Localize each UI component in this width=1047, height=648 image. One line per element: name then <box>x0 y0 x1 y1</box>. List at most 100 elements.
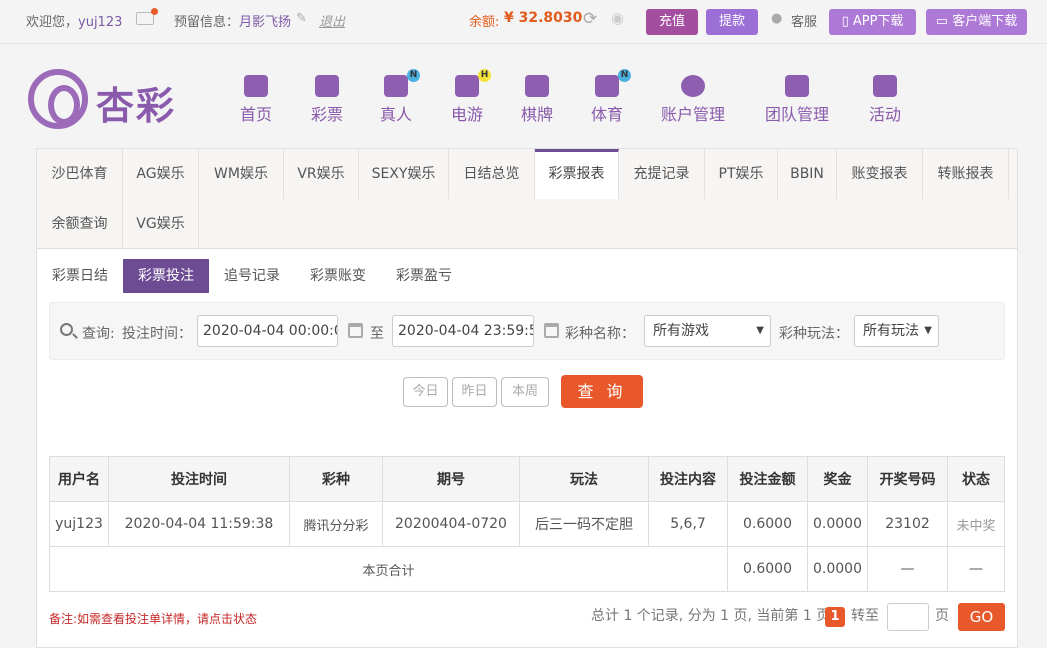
tab-ag[interactable]: AG娱乐 <box>123 149 199 199</box>
service-icon[interactable]: ● <box>771 11 782 26</box>
bets-table: 用户名 投注时间 彩种 期号 玩法 投注内容 投注金额 奖金 开奖号码 状态 y… <box>49 456 1005 592</box>
today-button[interactable]: 今日 <box>403 377 448 407</box>
tab-sexy[interactable]: SEXY娱乐 <box>359 149 449 199</box>
tab-deposit-withdraw[interactable]: 充提记录 <box>619 149 705 199</box>
play-type-label: 彩种玩法： <box>779 326 849 342</box>
tab-account-change[interactable]: 账变报表 <box>837 149 923 199</box>
tab-daily-overview[interactable]: 日结总览 <box>449 149 535 199</box>
cell-draw-number: 23102 <box>867 501 948 547</box>
top-bar: 欢迎您，yuj123 预留信息：月影飞扬 ✎ 退出 余额: ¥ 32.8030 … <box>0 0 1047 44</box>
play-type-select[interactable]: 所有玩法 ▼ <box>854 315 939 347</box>
nav-home[interactable]: 首页 <box>236 75 276 125</box>
end-time-input[interactable]: 2020-04-04 23:59:59 <box>392 315 534 347</box>
cell-play: 后三一码不定胆 <box>519 501 649 547</box>
client-download-button[interactable]: ▭ 客户端下载 <box>926 9 1027 35</box>
col-play: 玩法 <box>519 456 649 502</box>
monitor-icon: ▭ <box>935 14 953 29</box>
page-number-input[interactable] <box>887 603 929 631</box>
query-label: 查询: <box>82 326 115 342</box>
col-bet-time: 投注时间 <box>108 456 290 502</box>
total-label: 本页合计 <box>49 546 728 592</box>
current-page[interactable]: 1 <box>825 607 845 627</box>
col-lottery: 彩种 <box>289 456 383 502</box>
subtab-lottery-account-change[interactable]: 彩票账变 <box>308 259 368 293</box>
subtab-lottery-bets[interactable]: 彩票投注 <box>123 259 209 293</box>
lottery-name-select[interactable]: 所有游戏 ▼ <box>644 315 771 347</box>
nav-team[interactable]: 团队管理 <box>761 75 833 125</box>
tab-wm[interactable]: WM娱乐 <box>199 149 284 199</box>
cell-bet-time: 2020-04-04 11:59:38 <box>108 501 290 547</box>
nav-egame[interactable]: H 电游 <box>447 69 491 125</box>
team-icon <box>785 75 809 97</box>
tab-bbin[interactable]: BBIN <box>778 149 837 199</box>
search-button[interactable]: 查 询 <box>561 375 643 408</box>
trophy-icon: N <box>595 69 631 97</box>
table-header-row: 用户名 投注时间 彩种 期号 玩法 投注内容 投注金额 奖金 开奖号码 状态 <box>49 456 1005 502</box>
search-icon <box>60 323 73 336</box>
calendar-icon[interactable] <box>544 323 559 338</box>
edit-icon[interactable]: ✎ <box>296 11 307 26</box>
hide-balance-icon[interactable]: ◉ <box>611 9 624 27</box>
subtab-lottery-profit[interactable]: 彩票盈亏 <box>394 259 454 293</box>
nav-lottery[interactable]: 彩票 <box>307 75 347 125</box>
tab-vr[interactable]: VR娱乐 <box>284 149 359 199</box>
logo-text[interactable]: 杏彩 <box>96 75 176 130</box>
nav-live[interactable]: N 真人 <box>376 69 420 125</box>
col-status: 状态 <box>947 456 1005 502</box>
service-link[interactable]: 客服 <box>791 11 817 30</box>
cell-bonus: 0.0000 <box>807 501 868 547</box>
total-row: 本页合计 0.6000 0.0000 — — <box>49 546 1005 592</box>
tab-balance-query[interactable]: 余额查询 <box>37 199 123 249</box>
total-amount: 0.6000 <box>727 546 808 592</box>
cards-icon <box>525 75 549 97</box>
footer-note: 备注:如需查看投注单详情，请点击状态 <box>49 612 258 626</box>
yesterday-button[interactable]: 昨日 <box>452 377 497 407</box>
chevron-down-icon: ▼ <box>924 325 932 336</box>
tab-pt[interactable]: PT娱乐 <box>705 149 778 199</box>
logout-link[interactable]: 退出 <box>319 11 345 30</box>
deposit-button[interactable]: 充值 <box>646 9 698 35</box>
nav-activity[interactable]: 活动 <box>865 75 905 125</box>
subtab-chase-records[interactable]: 追号记录 <box>223 259 281 293</box>
tab-vg[interactable]: VG娱乐 <box>123 199 199 249</box>
tab-transfer-report[interactable]: 转账报表 <box>923 149 1009 199</box>
balance-label: 余额: <box>469 15 500 30</box>
home-icon <box>244 75 268 97</box>
username: yuj123 <box>78 15 123 30</box>
logo-icon[interactable] <box>28 69 88 129</box>
start-time-input[interactable]: 2020-04-04 00:00:00 <box>197 315 338 347</box>
mail-icon[interactable] <box>136 8 158 25</box>
reserved-value: 月影飞扬 <box>239 15 292 30</box>
subtab-lottery-daily[interactable]: 彩票日结 <box>51 259 109 293</box>
chevron-down-icon: ▼ <box>756 325 764 336</box>
bet-time-label: 投注时间： <box>122 326 192 342</box>
total-draw-dash: — <box>867 546 948 592</box>
go-button[interactable]: GO <box>958 603 1005 631</box>
calendar-icon[interactable] <box>348 323 363 338</box>
nav-cards[interactable]: 棋牌 <box>517 75 557 125</box>
app-download-button[interactable]: ▯ APP下载 <box>829 9 916 35</box>
yen-coin-icon <box>681 75 705 97</box>
withdraw-button[interactable]: 提款 <box>706 9 758 35</box>
tab-shaba-sports[interactable]: 沙巴体育 <box>37 149 123 199</box>
phone-icon: ▯ <box>841 14 853 29</box>
nav-sports[interactable]: N 体育 <box>587 69 631 125</box>
reserved-info: 预留信息：月影飞扬 <box>174 15 292 30</box>
cell-bet-content: 5,6,7 <box>648 501 728 547</box>
goto-label: 转至 <box>851 608 879 624</box>
refresh-icon[interactable]: ⟳ <box>583 9 597 29</box>
col-bonus: 奖金 <box>807 456 868 502</box>
cell-lottery: 腾讯分分彩 <box>289 501 383 547</box>
col-issue: 期号 <box>382 456 520 502</box>
search-filter-bar: 查询: 投注时间： 2020-04-04 00:00:00 至 2020-04-… <box>49 302 1005 360</box>
cell-bet-amount: 0.6000 <box>727 501 808 547</box>
cell-status[interactable]: 未中奖 <box>947 501 1005 547</box>
table-row: yuj123 2020-04-04 11:59:38 腾讯分分彩 2020040… <box>49 501 1005 547</box>
tab-lottery-report[interactable]: 彩票报表 <box>535 149 619 199</box>
cell-username: yuj123 <box>49 501 109 547</box>
total-status-dash: — <box>947 546 1005 592</box>
gamepad-icon: H <box>455 69 491 97</box>
this-week-button[interactable]: 本周 <box>501 377 549 407</box>
ticket-icon <box>315 75 339 97</box>
nav-account[interactable]: 账户管理 <box>657 75 729 125</box>
